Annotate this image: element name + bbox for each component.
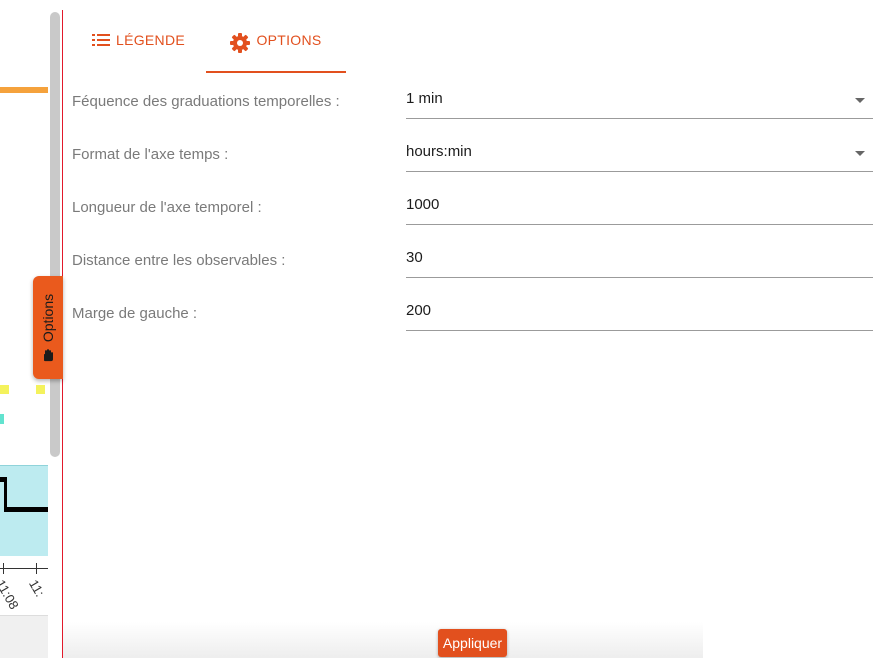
chart-step-line [4,507,48,512]
time-axis-format-value: hours:min [406,143,472,160]
observables-distance-input[interactable]: 30 [406,249,873,278]
gear-icon [230,33,251,53]
hand-icon [44,348,53,361]
observables-distance-label: Distance entre les observables : [72,252,286,269]
observables-distance-value: 30 [406,249,423,266]
tick-frequency-label: Féquence des graduations temporelles : [72,93,340,110]
time-axis-format-select[interactable]: hours:min [406,143,873,172]
chart-axis-tick [3,563,4,574]
chart-yellow-marker [0,385,9,394]
left-margin-input[interactable]: 200 [406,302,873,331]
active-tab-indicator [206,71,346,73]
options-side-tab[interactable]: Options [33,276,63,379]
time-axis-length-label: Longueur de l'axe temporel : [72,199,262,216]
tab-options-label: OPTIONS [256,32,322,48]
vertical-scrollbar[interactable] [50,12,60,457]
chart-tick-label: 11: [26,577,48,600]
left-margin-label: Marge de gauche : [72,305,198,322]
chart-time-axis [0,568,48,569]
tick-frequency-select[interactable]: 1 min [406,90,873,119]
dropdown-arrow-icon [855,151,865,156]
chart-cyan-marker [0,414,4,424]
left-margin-value: 200 [406,302,432,319]
time-axis-format-label: Format de l'axe temps : [72,146,229,163]
chart-tick-label: 11:08 [0,577,22,612]
footer-shadow [63,622,703,658]
tab-legend-label: LÉGENDE [116,32,186,48]
chart-axis-tick [36,563,37,574]
chart-footer-band [0,615,48,658]
options-side-tab-label: Options [40,293,56,342]
time-axis-length-value: 1000 [406,196,440,213]
tick-frequency-value: 1 min [406,90,443,107]
tab-legend[interactable]: LÉGENDE [92,32,185,74]
list-icon [92,34,110,46]
chart-yellow-marker [36,385,45,394]
time-axis-length-input[interactable]: 1000 [406,196,873,225]
dropdown-arrow-icon [855,98,865,103]
tab-options[interactable]: OPTIONS [206,32,346,74]
chart-orange-series [0,87,48,93]
apply-button[interactable]: Appliquer [438,629,507,657]
